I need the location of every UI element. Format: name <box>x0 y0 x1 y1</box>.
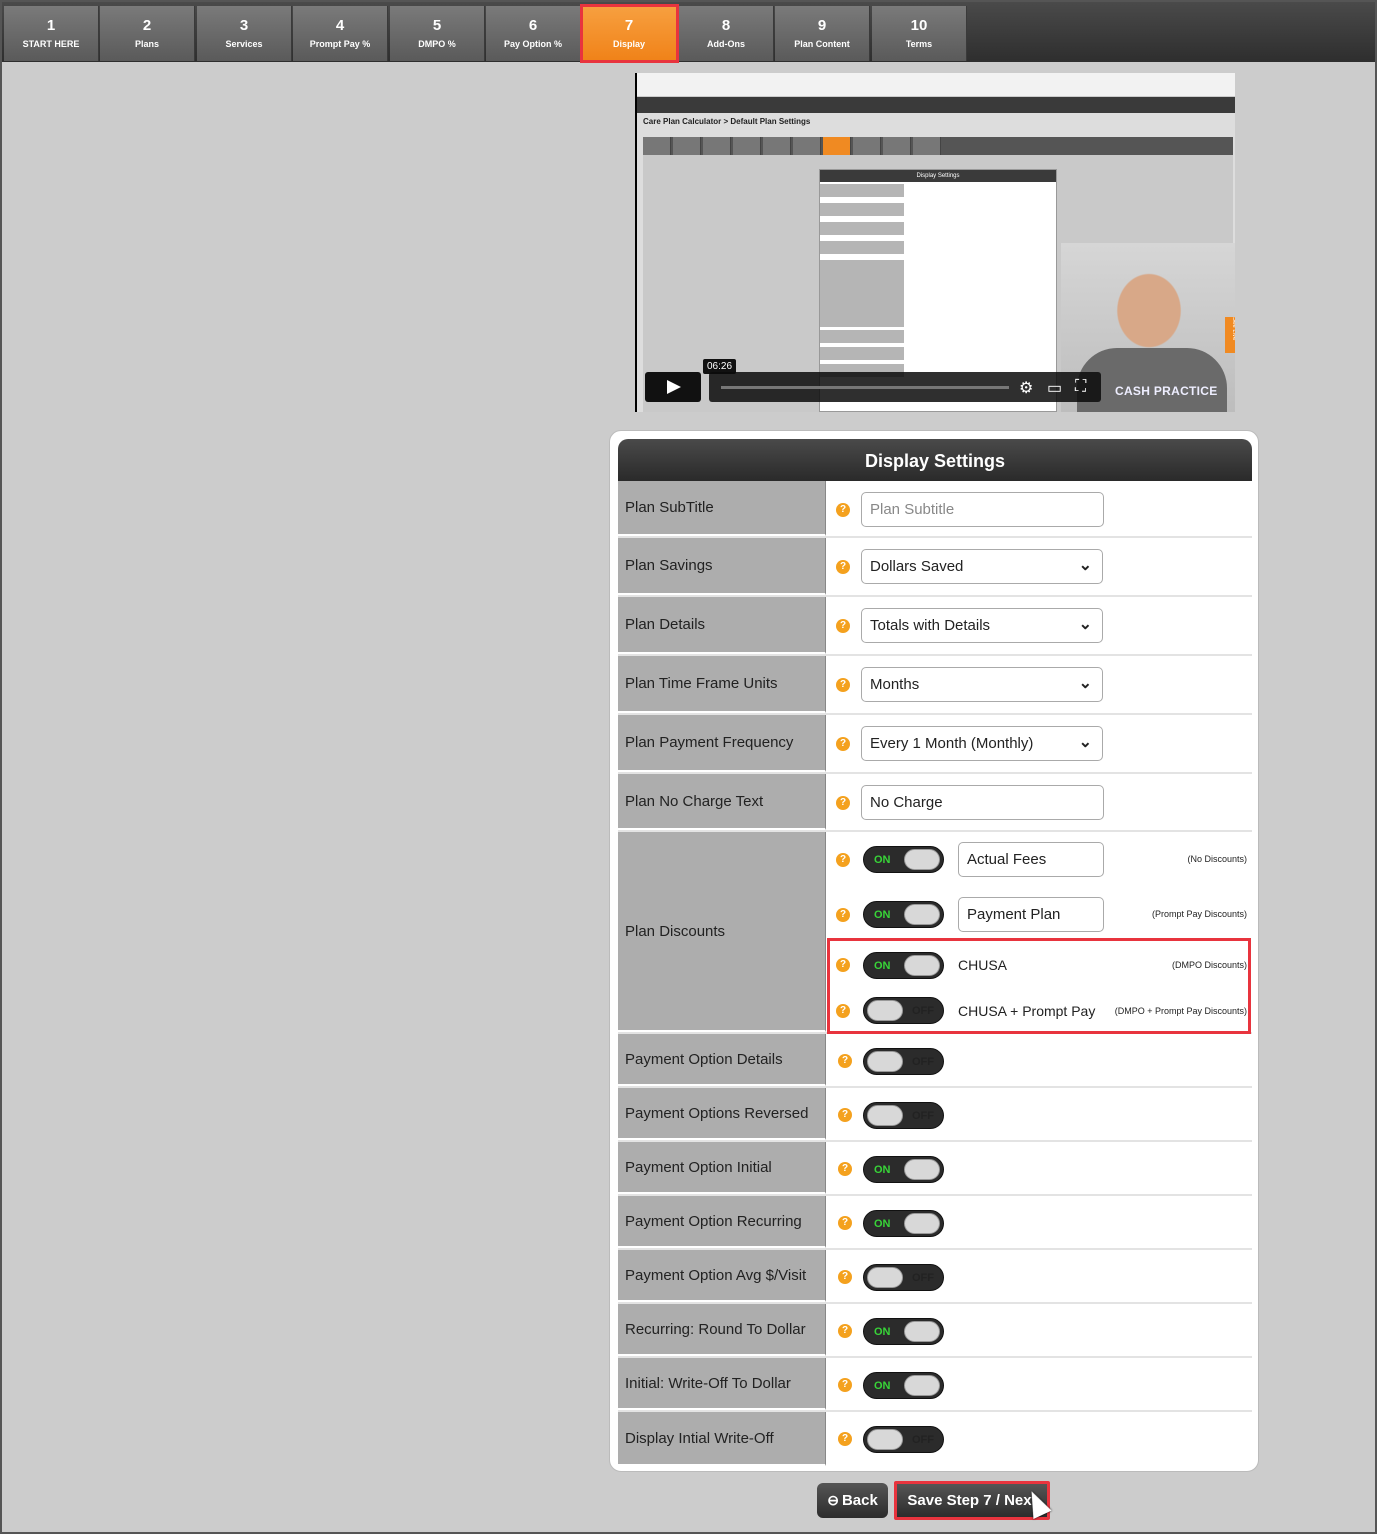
discount-note: (No Discounts) <box>1187 854 1247 864</box>
help-icon[interactable]: ? <box>838 1054 852 1068</box>
row-payment-option-initial: Payment Option Initial ? ON <box>618 1142 1252 1196</box>
help-icon[interactable]: ? <box>838 1324 852 1338</box>
initial-write-off-label: Initial: Write-Off To Dollar <box>618 1358 826 1410</box>
row-recurring-round: Recurring: Round To Dollar ? ON <box>618 1304 1252 1358</box>
toggle-payment-option-details[interactable]: OFF <box>863 1048 944 1075</box>
payment-frequency-label: Plan Payment Frequency <box>618 715 826 772</box>
step-tab-5[interactable]: 5 DMPO % <box>390 6 485 61</box>
help-icon[interactable]: ? <box>836 619 850 633</box>
help-icon[interactable]: ? <box>836 503 850 517</box>
step-nav: 1 START HERE 2 Plans 3 Services 4 Prompt Pay… <box>2 2 1375 63</box>
recurring-round-label: Recurring: Round To Dollar <box>618 1304 826 1356</box>
row-payment-option-details: Payment Option Details ? OFF <box>618 1034 1252 1088</box>
payment-option-initial-label: Payment Option Initial <box>618 1142 826 1194</box>
row-display-initial-write-off: Display Intial Write-Off ? OFF <box>618 1412 1252 1466</box>
help-icon[interactable]: ? <box>836 560 850 574</box>
no-charge-input[interactable]: No Charge <box>861 785 1104 820</box>
row-plan-details: Plan Details ? Totals with Details <box>618 597 1252 656</box>
step-tab-3[interactable]: 3 Services <box>197 6 292 61</box>
actual-fees-input[interactable]: Actual Fees <box>958 842 1104 877</box>
toggle-payment-option-recurring[interactable]: ON <box>863 1210 944 1237</box>
plan-details-select[interactable]: Totals with Details <box>861 608 1103 643</box>
help-icon[interactable]: ? <box>836 737 850 751</box>
row-plan-subtitle: Plan SubTitle ? Plan Subtitle <box>618 481 1252 538</box>
video-breadcrumb: Care Plan Calculator > Default Plan Sett… <box>643 117 811 126</box>
toggle-actual-fees[interactable]: ON <box>863 846 944 873</box>
toggle-payment-option-initial[interactable]: ON <box>863 1156 944 1183</box>
step-tab-7[interactable]: 7 Display <box>580 4 679 63</box>
back-arrow-icon: ⊖ <box>827 1492 839 1508</box>
toggle-initial-write-off[interactable]: ON <box>863 1372 944 1399</box>
video-progress-track[interactable] <box>721 386 1009 389</box>
tutorial-video[interactable]: Care Plan Calculator > Default Plan Sett… <box>635 73 1235 412</box>
fullscreen-icon[interactable]: ⛶ <box>1075 378 1086 396</box>
display-settings-panel: Display Settings Plan SubTitle ? Plan Su… <box>609 430 1259 1472</box>
row-no-charge-text: Plan No Charge Text ? No Charge <box>618 774 1252 832</box>
video-app-nav <box>637 97 1235 113</box>
plan-subtitle-input[interactable]: Plan Subtitle <box>861 492 1104 527</box>
toggle-payment-options-reversed[interactable]: OFF <box>863 1102 944 1129</box>
toggle-payment-plan[interactable]: ON <box>863 901 944 928</box>
help-icon[interactable]: ? <box>838 1108 852 1122</box>
video-step-nav <box>643 137 1233 155</box>
cash-practice-logo: CASH PRACTICE <box>1115 384 1218 398</box>
row-plan-savings: Plan Savings ? Dollars Saved <box>618 538 1252 597</box>
step-tab-6[interactable]: 6 Pay Option % <box>486 6 581 61</box>
video-controls[interactable] <box>709 372 1101 402</box>
help-icon[interactable]: ? <box>838 1378 852 1392</box>
gear-icon[interactable]: ⚙ <box>1019 378 1033 398</box>
help-icon[interactable]: ? <box>836 796 850 810</box>
plan-savings-select[interactable]: Dollars Saved <box>861 549 1103 584</box>
help-icon[interactable]: ? <box>838 1270 852 1284</box>
help-icon[interactable]: ? <box>836 853 850 867</box>
help-icon[interactable]: ? <box>838 1216 852 1230</box>
help-icon[interactable]: ? <box>838 1162 852 1176</box>
display-initial-write-off-label: Display Intial Write-Off <box>618 1412 826 1466</box>
payment-frequency-select[interactable]: Every 1 Month (Monthly) <box>861 726 1103 761</box>
plan-subtitle-label: Plan SubTitle <box>618 481 826 536</box>
highlight-box <box>827 938 1251 1034</box>
time-frame-select[interactable]: Months <box>861 667 1103 702</box>
back-button[interactable]: ⊖ Back <box>817 1483 888 1518</box>
step-tab-4[interactable]: 4 Prompt Pay % <box>293 6 388 61</box>
help-icon[interactable]: ? <box>836 908 850 922</box>
step-tab-1[interactable]: 1 START HERE <box>4 6 99 61</box>
plan-discounts-label: Plan Discounts <box>618 832 826 1032</box>
plan-details-label: Plan Details <box>618 597 826 654</box>
payment-plan-input[interactable]: Payment Plan <box>958 897 1104 932</box>
discount-note: (Prompt Pay Discounts) <box>1151 909 1247 919</box>
step-tab-2[interactable]: 2 Plans <box>100 6 195 61</box>
toggle-payment-option-avg[interactable]: OFF <box>863 1264 944 1291</box>
row-plan-discounts: Plan Discounts ? ON Actual Fees (No Disc… <box>618 832 1252 1034</box>
row-payment-options-reversed: Payment Options Reversed ? OFF <box>618 1088 1252 1142</box>
play-button[interactable] <box>645 372 701 402</box>
row-payment-option-avg: Payment Option Avg $/Visit ? OFF <box>618 1250 1252 1304</box>
no-charge-label: Plan No Charge Text <box>618 774 826 830</box>
step-tab-8[interactable]: 8 Add-Ons <box>679 6 774 61</box>
time-frame-label: Plan Time Frame Units <box>618 656 826 713</box>
row-payment-frequency: Plan Payment Frequency ? Every 1 Month (… <box>618 715 1252 774</box>
video-panel-title: Display Settings <box>820 170 1056 182</box>
help-icon[interactable]: ? <box>836 678 850 692</box>
step-tab-10[interactable]: 10 Terms <box>872 6 967 61</box>
step-tab-9[interactable]: 9 Plan Content <box>775 6 870 61</box>
panel-title: Display Settings <box>618 439 1252 481</box>
payment-option-avg-label: Payment Option Avg $/Visit <box>618 1250 826 1302</box>
plan-savings-label: Plan Savings <box>618 538 826 595</box>
payment-options-reversed-label: Payment Options Reversed <box>618 1088 826 1140</box>
toggle-display-initial-write-off[interactable]: OFF <box>863 1426 944 1453</box>
picture-in-picture-icon[interactable]: ▭ <box>1047 378 1062 398</box>
row-payment-option-recurring: Payment Option Recurring ? ON <box>618 1196 1252 1250</box>
row-initial-write-off: Initial: Write-Off To Dollar ? ON <box>618 1358 1252 1412</box>
payment-option-recurring-label: Payment Option Recurring <box>618 1196 826 1248</box>
payment-option-details-label: Payment Option Details <box>618 1034 826 1086</box>
row-time-frame-units: Plan Time Frame Units ? Months <box>618 656 1252 715</box>
see-live-tab[interactable]: See Live <box>1225 317 1235 353</box>
help-icon[interactable]: ? <box>838 1432 852 1446</box>
toggle-recurring-round[interactable]: ON <box>863 1318 944 1345</box>
video-browser-chrome <box>637 73 1235 97</box>
